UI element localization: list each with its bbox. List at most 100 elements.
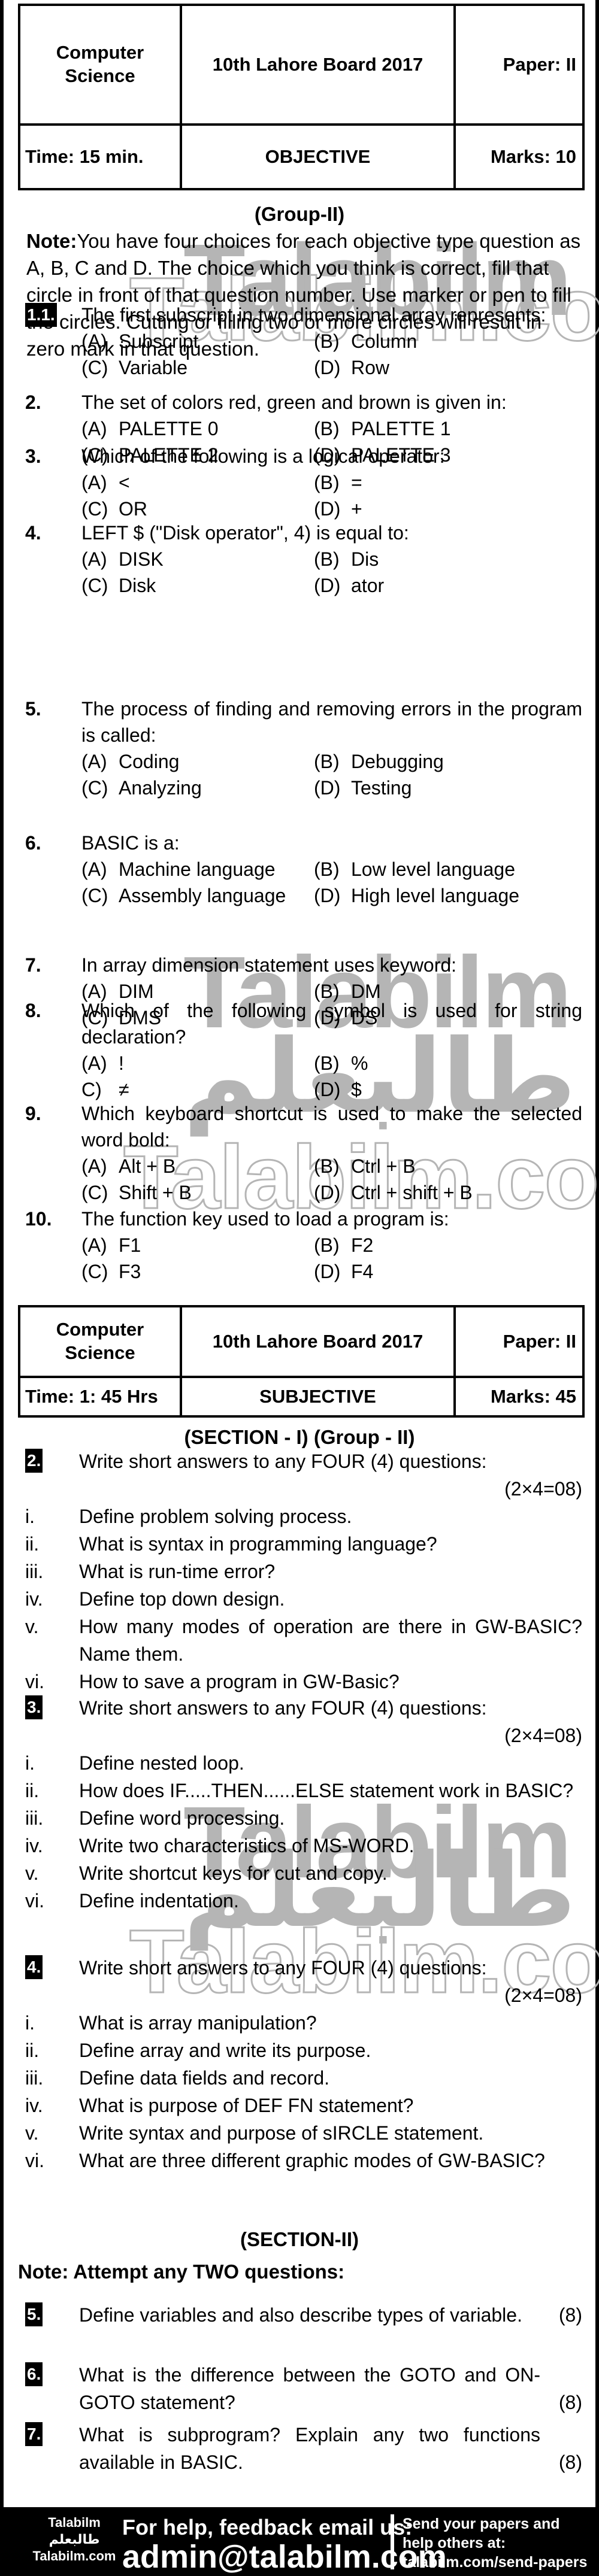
question-number: 6. xyxy=(25,2362,43,2386)
option-label: C) xyxy=(81,1079,102,1100)
options-grid: (A) < (B) = (C) OR (D) + xyxy=(81,469,582,522)
question-number: 7. xyxy=(25,954,41,976)
option-text: Machine language xyxy=(119,858,276,880)
item-text: Write two characteristics of MS-WORD. xyxy=(79,1835,415,1856)
option-text: Alt + B xyxy=(119,1155,176,1177)
option-b[interactable]: (B) Column xyxy=(314,328,582,354)
option-c[interactable]: (C) Variable xyxy=(81,354,314,381)
question-instruction: Write short answers to any FOUR (4) ques… xyxy=(79,1697,487,1719)
short-question-item: iii. Define data fields and record. xyxy=(25,2064,582,2092)
option-d[interactable]: (D) Testing xyxy=(314,775,582,801)
email-link[interactable]: admin@talabilm.com xyxy=(122,2538,447,2575)
options-grid: (A) DISK (B) Dis (C) Disk (D) ator xyxy=(81,546,582,599)
item-text: Define top down design. xyxy=(79,1588,285,1610)
mcq-question: 10. The function key used to load a progr… xyxy=(25,1206,582,1285)
item-text: Define word processing. xyxy=(79,1807,285,1829)
item-number: i. xyxy=(25,2012,35,2034)
brand-urdu: طالبعلم xyxy=(49,2532,100,2547)
option-d[interactable]: (D) Row xyxy=(314,354,582,381)
option-c[interactable]: C) ≠ xyxy=(81,1076,314,1103)
option-b[interactable]: (B) Ctrl + B xyxy=(314,1153,582,1179)
option-d[interactable]: (D) + xyxy=(314,496,582,522)
option-text: Shift + B xyxy=(119,1182,192,1203)
option-text: < xyxy=(119,472,130,493)
mcq-question: 8. Which of the following symbol is used … xyxy=(25,997,582,1103)
question-number: 3. xyxy=(25,445,41,467)
option-label: (A) xyxy=(81,751,107,772)
short-question-item: v. Write syntax and purpose of sIRCLE sta… xyxy=(25,2119,582,2147)
option-c[interactable]: (C) Disk xyxy=(81,572,314,599)
option-c[interactable]: (C) Analyzing xyxy=(81,775,314,801)
option-b[interactable]: (B) Debugging xyxy=(314,748,582,775)
subject-cell: Computer Science xyxy=(18,1305,182,1378)
option-b[interactable]: (B) = xyxy=(314,469,582,496)
option-d[interactable]: (D) Ctrl + shift + B xyxy=(314,1179,582,1206)
option-a[interactable]: (A) F1 xyxy=(81,1232,314,1258)
option-b[interactable]: (B) Low level language xyxy=(314,856,582,882)
option-a[interactable]: (A) Subscript xyxy=(81,328,314,354)
item-text: Write shortcut keys for cut and copy. xyxy=(79,1862,388,1884)
option-label: (C) xyxy=(81,777,108,799)
option-text: Ctrl + shift + B xyxy=(351,1182,473,1203)
option-a[interactable]: (A) PALETTE 0 xyxy=(81,415,314,442)
option-text: ! xyxy=(119,1052,124,1074)
options-grid: (A) Alt + B (B) Ctrl + B (C) Shift + B (D) Ctrl… xyxy=(81,1153,582,1206)
send-papers-link[interactable]: talabilm.com/send-papers xyxy=(403,2553,594,2572)
option-a[interactable]: (A) < xyxy=(81,469,314,496)
section-cell: SUBJECTIVE xyxy=(180,1376,456,1418)
option-text: Analyzing xyxy=(119,777,202,799)
option-a[interactable]: (A) Coding xyxy=(81,748,314,775)
option-b[interactable]: (B)% xyxy=(314,1050,582,1076)
short-question-block: 2. Write short answers to any FOUR (4) qu… xyxy=(25,1448,582,1695)
question-text: The set of colors red, green and brown i… xyxy=(81,392,507,413)
option-a[interactable]: (A)! xyxy=(81,1050,314,1076)
option-text: Testing xyxy=(351,777,412,799)
item-number: v. xyxy=(25,2122,39,2144)
option-label: (A) xyxy=(81,1155,107,1177)
option-label: (B) xyxy=(314,418,340,439)
note-label: Note: xyxy=(26,230,77,252)
option-label: (D) xyxy=(314,1182,341,1203)
item-number: iii. xyxy=(25,1561,44,1582)
question-number: 10. xyxy=(25,1208,52,1230)
option-b[interactable]: (B) Dis xyxy=(314,546,582,572)
question-text: Which keyboard shortcut is used to make … xyxy=(81,1103,582,1151)
question-marks: (8) xyxy=(558,2392,582,2413)
option-d[interactable]: (D) $ xyxy=(314,1076,582,1103)
mcq-question: 9. Which keyboard shortcut is used to mak… xyxy=(25,1100,582,1206)
question-number: 2. xyxy=(25,1449,43,1473)
option-d[interactable]: (D) High level language xyxy=(314,882,582,909)
mcq-question: 4. LEFT $ ("Disk operator", 4) is equal t… xyxy=(25,520,582,599)
mcq-question: 6. BASIC is a: (A) Machine language (B) Low l… xyxy=(25,830,582,909)
option-c[interactable]: (C) Assembly language xyxy=(81,882,314,909)
item-text: What is purpose of DEF FN statement? xyxy=(79,2095,414,2116)
option-a[interactable]: (A) Machine language xyxy=(81,856,314,882)
question-number: 1.1. xyxy=(25,303,57,327)
option-label: (B) xyxy=(314,1155,340,1177)
option-label: (A) xyxy=(81,858,107,880)
option-d[interactable]: (D) F4 xyxy=(314,1258,582,1285)
option-c[interactable]: (C) Shift + B xyxy=(81,1179,314,1206)
option-a[interactable]: (A) Alt + B xyxy=(81,1153,314,1179)
option-b[interactable]: (B) F2 xyxy=(314,1232,582,1258)
option-a[interactable]: (A) DISK xyxy=(81,546,314,572)
option-c[interactable]: (C) OR xyxy=(81,496,314,522)
option-label: (D) xyxy=(314,575,341,596)
option-text: F4 xyxy=(351,1261,374,1282)
item-number: ii. xyxy=(25,1780,40,1801)
option-c[interactable]: (C) F3 xyxy=(81,1258,314,1285)
option-b[interactable]: (B) PALETTE 1 xyxy=(314,415,582,442)
send-text: Send your papers and help others at: xyxy=(403,2516,560,2551)
marks-cell: Marks: 45 xyxy=(453,1376,585,1418)
option-text: Assembly language xyxy=(119,885,286,906)
option-text: Column xyxy=(351,330,418,352)
item-text: Define data fields and record. xyxy=(79,2067,330,2089)
option-d[interactable]: (D) ator xyxy=(314,572,582,599)
mcq-question: 3. Which of the following is a logical op… xyxy=(25,443,582,522)
paper-cell: Paper: II xyxy=(453,1305,585,1378)
question-number: 7. xyxy=(25,2422,43,2446)
option-text: Ctrl + B xyxy=(351,1155,416,1177)
question-number: 5. xyxy=(25,2302,43,2326)
short-question-item: ii. What is syntax in programming languag… xyxy=(25,1530,582,1558)
item-number: i. xyxy=(25,1506,35,1527)
